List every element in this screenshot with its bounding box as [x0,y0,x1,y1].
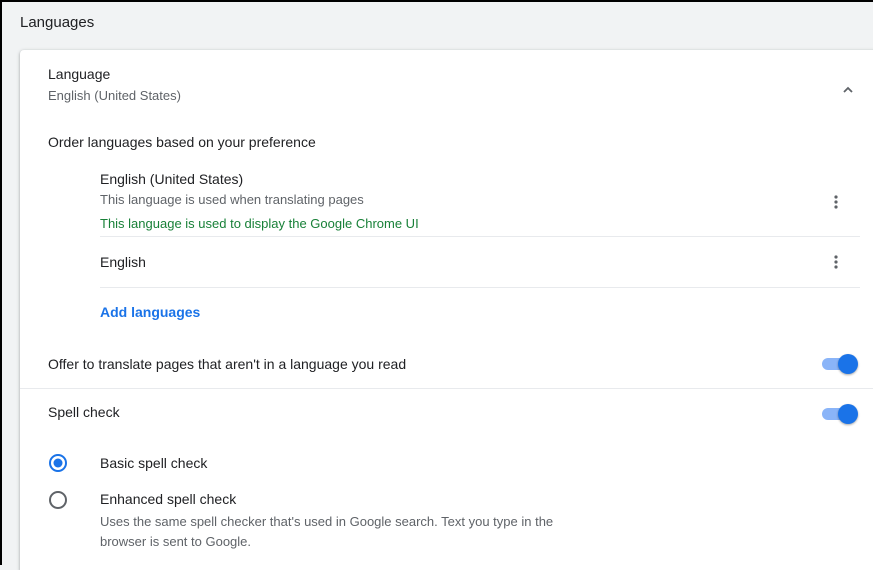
section-divider [20,388,873,389]
languages-card: Language English (United States) Order l… [20,50,873,570]
section-title: Languages [20,14,95,31]
spell-check-toggle[interactable] [818,403,858,424]
language-item-more-button[interactable] [824,250,848,274]
offer-translate-label: Offer to translate pages that aren't in … [48,356,407,372]
language-item-name: English [100,254,146,270]
language-title: Language [48,66,111,82]
language-item-name: English (United States) [100,171,244,187]
offer-translate-toggle[interactable] [818,353,858,374]
chevron-up-icon [843,86,853,93]
more-vert-icon [834,195,838,209]
basic-spell-check-label: Basic spell check [100,455,208,471]
list-divider [100,287,860,288]
collapse-language-button[interactable] [836,78,860,102]
language-item-more-button[interactable] [824,190,848,214]
language-item-description: This language is used when translating p… [100,192,364,207]
more-vert-icon [834,255,838,269]
enhanced-spell-check-radio[interactable] [48,490,68,510]
radio-checked-icon [49,454,67,472]
order-languages-label: Order languages based on your preference [48,134,316,150]
list-divider [100,236,860,237]
language-item-ui-note: This language is used to display the Goo… [100,216,419,231]
settings-page: Languages Language English (United State… [0,0,873,570]
spell-check-label: Spell check [48,404,120,420]
toggle-knob [838,404,858,424]
toggle-knob [838,354,858,374]
enhanced-spell-check-description: browser is sent to Google. [100,534,252,549]
enhanced-spell-check-label: Enhanced spell check [100,491,237,507]
enhanced-spell-check-description: Uses the same spell checker that's used … [100,514,554,529]
add-languages-button[interactable]: Add languages [100,304,200,320]
basic-spell-check-radio[interactable] [48,453,68,473]
radio-unchecked-icon [49,491,67,509]
language-current-value: English (United States) [48,88,181,103]
